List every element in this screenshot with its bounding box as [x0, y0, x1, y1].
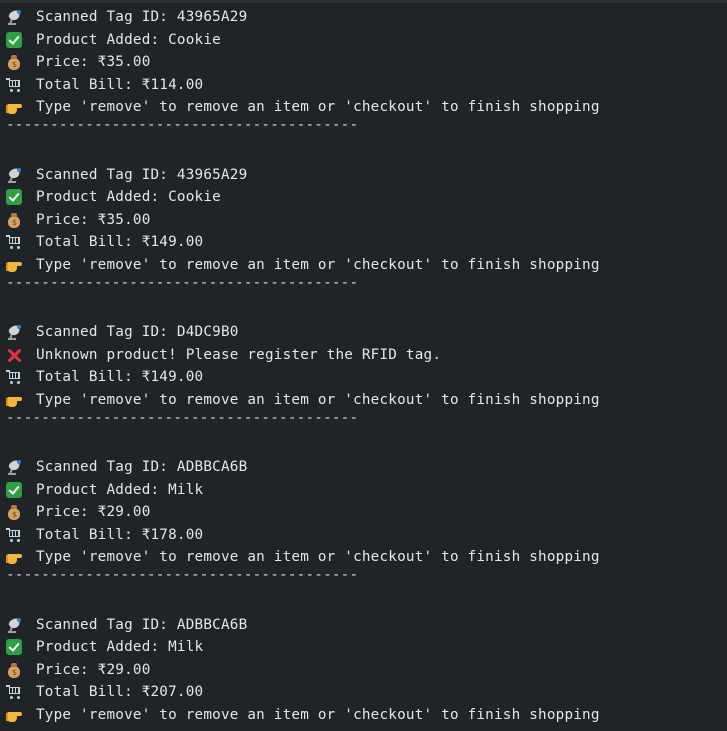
- money-bag-icon: $: [6, 662, 22, 678]
- scanned-tag-text: Scanned Tag ID: 43965A29: [36, 167, 248, 183]
- shopping-cart-icon: [6, 234, 22, 250]
- unknown-product-text: Unknown product! Please register the RFI…: [36, 347, 442, 363]
- shopping-cart-icon: [6, 684, 22, 700]
- prompt-line: Type 'remove' to remove an item or 'chec…: [6, 96, 600, 118]
- shopping-cart-icon: [6, 77, 22, 93]
- pointing-hand-icon: [6, 257, 22, 273]
- scanned-tag-line: Scanned Tag ID: 43965A29: [6, 164, 247, 186]
- money-bag-icon: $: [6, 212, 22, 228]
- unknown-product-line: Unknown product! Please register the RFI…: [6, 344, 441, 366]
- total-bill-text: Total Bill: ₹178.00: [36, 527, 204, 543]
- prompt-line: Type 'remove' to remove an item or 'chec…: [6, 389, 600, 411]
- pointing-hand-icon: [6, 707, 22, 723]
- satellite-antenna-icon: [6, 166, 22, 184]
- price-line: $ Price: ₹35.00: [6, 209, 151, 231]
- price-text: Price: ₹35.00: [36, 212, 151, 228]
- product-added-line: Product Added: Milk: [6, 479, 203, 501]
- price-text: Price: ₹35.00: [36, 54, 151, 70]
- scanned-tag-text: Scanned Tag ID: ADBBCA6B: [36, 459, 248, 475]
- divider-line: ----------------------------------------: [6, 410, 359, 426]
- price-line: $ Price: ₹29.00: [6, 501, 151, 523]
- satellite-antenna-icon: [6, 616, 22, 634]
- check-mark-icon: [6, 189, 22, 205]
- total-bill-text: Total Bill: ₹149.00: [36, 369, 204, 385]
- total-bill-line: Total Bill: ₹114.00: [6, 74, 203, 96]
- shopping-cart-icon: [6, 527, 22, 543]
- scanned-tag-text: Scanned Tag ID: 43965A29: [36, 9, 248, 25]
- divider-line: ----------------------------------------: [6, 567, 359, 583]
- terminal-top-border: [0, 0, 727, 3]
- scanned-tag-line: Scanned Tag ID: ADBBCA6B: [6, 614, 247, 636]
- satellite-antenna-icon: [6, 458, 22, 476]
- scanned-tag-text: Scanned Tag ID: D4DC9B0: [36, 324, 239, 340]
- prompt-text: Type 'remove' to remove an item or 'chec…: [36, 707, 600, 723]
- scanned-tag-line: Scanned Tag ID: ADBBCA6B: [6, 456, 247, 478]
- product-added-text: Product Added: Milk: [36, 639, 204, 655]
- shopping-cart-icon: [6, 369, 22, 385]
- total-bill-line: Total Bill: ₹149.00: [6, 366, 203, 388]
- divider-line: ----------------------------------------: [6, 275, 359, 291]
- check-mark-icon: [6, 639, 22, 655]
- check-mark-icon: [6, 32, 22, 48]
- money-bag-icon: $: [6, 504, 22, 520]
- price-line: $ Price: ₹35.00: [6, 51, 151, 73]
- terminal-output: Scanned Tag ID: 43965A29 Product Added: …: [0, 0, 727, 731]
- prompt-line: Type 'remove' to remove an item or 'chec…: [6, 254, 600, 276]
- prompt-line: Type 'remove' to remove an item or 'chec…: [6, 704, 600, 726]
- product-added-line: Product Added: Cookie: [6, 186, 221, 208]
- satellite-antenna-icon: [6, 8, 22, 26]
- total-bill-text: Total Bill: ₹114.00: [36, 77, 204, 93]
- prompt-text: Type 'remove' to remove an item or 'chec…: [36, 99, 600, 115]
- cross-mark-icon: [6, 347, 22, 363]
- prompt-text: Type 'remove' to remove an item or 'chec…: [36, 392, 600, 408]
- total-bill-line: Total Bill: ₹207.00: [6, 681, 203, 703]
- money-bag-icon: $: [6, 54, 22, 70]
- prompt-line: Type 'remove' to remove an item or 'chec…: [6, 546, 600, 568]
- scanned-tag-text: Scanned Tag ID: ADBBCA6B: [36, 617, 248, 633]
- pointing-hand-icon: [6, 392, 22, 408]
- total-bill-text: Total Bill: ₹149.00: [36, 234, 204, 250]
- divider-line: ----------------------------------------: [6, 117, 359, 133]
- price-text: Price: ₹29.00: [36, 504, 151, 520]
- total-bill-line: Total Bill: ₹178.00: [6, 524, 203, 546]
- prompt-text: Type 'remove' to remove an item or 'chec…: [36, 257, 600, 273]
- scanned-tag-line: Scanned Tag ID: 43965A29: [6, 6, 247, 28]
- total-bill-text: Total Bill: ₹207.00: [36, 684, 204, 700]
- product-added-text: Product Added: Cookie: [36, 189, 221, 205]
- prompt-text: Type 'remove' to remove an item or 'chec…: [36, 549, 600, 565]
- product-added-line: Product Added: Milk: [6, 636, 203, 658]
- satellite-antenna-icon: [6, 323, 22, 341]
- product-added-text: Product Added: Cookie: [36, 32, 221, 48]
- check-mark-icon: [6, 482, 22, 498]
- price-text: Price: ₹29.00: [36, 662, 151, 678]
- scanned-tag-line: Scanned Tag ID: D4DC9B0: [6, 321, 239, 343]
- total-bill-line: Total Bill: ₹149.00: [6, 231, 203, 253]
- pointing-hand-icon: [6, 549, 22, 565]
- product-added-line: Product Added: Cookie: [6, 29, 221, 51]
- pointing-hand-icon: [6, 99, 22, 115]
- price-line: $ Price: ₹29.00: [6, 659, 151, 681]
- product-added-text: Product Added: Milk: [36, 482, 204, 498]
